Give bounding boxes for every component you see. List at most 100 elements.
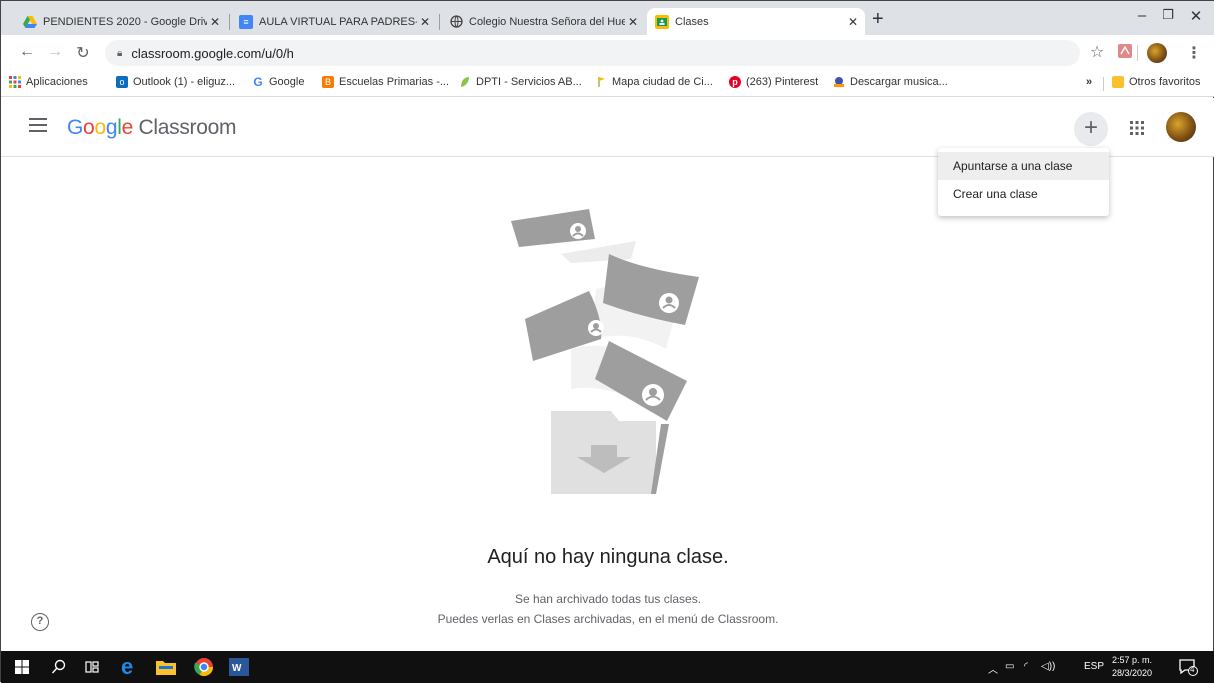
help-icon[interactable]: ? [31, 613, 49, 631]
google-docs-icon: ≡ [239, 14, 253, 29]
svg-text:W: W [232, 663, 242, 674]
bookmark-google[interactable]: G Google [252, 75, 305, 89]
word-icon[interactable]: W [229, 657, 249, 677]
create-class-menu-item[interactable]: Crear una clase [938, 180, 1109, 208]
tab-title: AULA VIRTUAL PARA PADRES-NI [259, 15, 417, 28]
bookmark-label: DPTI - Servicios AB... [476, 76, 582, 88]
tab-title: PENDIENTES 2020 - Google Drive [43, 15, 207, 28]
url-text: classroom.google.com/u/0/h [131, 45, 294, 61]
profile-avatar[interactable] [1147, 43, 1167, 63]
chrome-menu-icon[interactable]: ⋮ [1184, 43, 1204, 63]
notification-count: 4 [1190, 665, 1195, 674]
tab-separator [439, 14, 440, 30]
bookmarks-bar: Aplicaciones o Outlook (1) - eliguz... G… [1, 71, 1214, 97]
edge-browser-icon[interactable]: e [121, 654, 133, 679]
forward-icon[interactable]: → [45, 43, 65, 61]
tab-google-drive[interactable]: PENDIENTES 2020 - Google Drive ✕ [15, 8, 227, 35]
volume-icon[interactable]: ◁)) [1041, 661, 1055, 672]
bookmarks-overflow-button[interactable]: » [1086, 76, 1092, 88]
folder-icon [1112, 76, 1124, 88]
close-window-icon[interactable]: ✕ [1181, 7, 1211, 25]
pdf-extension-icon[interactable] [1115, 44, 1135, 63]
close-tab-icon[interactable]: ✕ [417, 15, 433, 29]
bookmark-label: Descargar musica... [850, 76, 948, 88]
close-tab-icon[interactable]: ✕ [207, 15, 223, 29]
browser-window: PENDIENTES 2020 - Google Drive ✕ ≡ AULA … [0, 0, 1214, 683]
bookmark-outlook[interactable]: o Outlook (1) - eliguz... [116, 76, 235, 88]
reload-icon[interactable]: ↻ [73, 43, 93, 63]
pinterest-icon: p [729, 76, 741, 88]
tab-aula-virtual[interactable]: ≡ AULA VIRTUAL PARA PADRES-NI ✕ [231, 8, 437, 35]
other-bookmarks-folder[interactable]: Otros favoritos [1112, 76, 1201, 88]
class-card-icon [595, 341, 687, 421]
music-download-icon [833, 76, 845, 88]
blogger-icon: B [322, 76, 334, 88]
bookmark-descargar[interactable]: Descargar musica... [833, 76, 948, 88]
chrome-icon[interactable] [194, 657, 214, 677]
back-icon[interactable]: ← [17, 43, 37, 61]
star-bookmark-icon[interactable]: ☆ [1087, 42, 1107, 62]
classroom-icon [655, 14, 669, 29]
new-tab-button[interactable]: + [872, 8, 884, 30]
main-menu-icon[interactable] [29, 118, 47, 132]
file-explorer-icon[interactable] [156, 657, 176, 677]
bookmarks-divider [1103, 77, 1104, 91]
empty-state-title: Aquí no hay ninguna clase. [487, 546, 729, 568]
google-apps-icon[interactable] [1127, 118, 1147, 138]
clock-date: 28/3/2020 [1112, 668, 1153, 678]
bookmark-label: Google [269, 76, 305, 88]
join-class-menu-item[interactable]: Apuntarse a una clase [938, 152, 1109, 180]
bookmark-aplicaciones[interactable]: Aplicaciones [9, 76, 88, 88]
pin-icon [595, 76, 607, 88]
clock-time: 2:57 p. m. [1112, 655, 1153, 665]
account-avatar[interactable] [1166, 112, 1196, 142]
empty-classes-illustration [511, 209, 699, 494]
wifi-icon[interactable]: ◜ [1024, 661, 1028, 672]
tab-clases[interactable]: Clases ✕ [647, 8, 865, 35]
battery-icon[interactable]: ▭ [1005, 661, 1014, 672]
add-class-menu: Apuntarse a una clase Crear una clase [938, 148, 1109, 216]
bookmark-mapa[interactable]: Mapa ciudad de Ci... [595, 76, 713, 88]
empty-state-line-2: Puedes verlas en Clases archivadas, en e… [437, 612, 779, 626]
tab-strip: PENDIENTES 2020 - Google Drive ✕ ≡ AULA … [1, 1, 1214, 35]
system-clock[interactable]: 2:57 p. m. 28/3/2020 [1112, 654, 1152, 680]
toolbar-divider [1137, 45, 1138, 61]
url-field[interactable]: 🔒︎ classroom.google.com/u/0/h [105, 40, 1080, 66]
bookmark-label: Aplicaciones [26, 76, 88, 88]
brand-google: Google [67, 116, 133, 139]
folder-icon [551, 411, 669, 494]
outlook-icon: o [116, 76, 128, 88]
bookmark-label: Mapa ciudad de Ci... [612, 76, 713, 88]
tab-title: Clases [675, 15, 709, 28]
leaf-icon [459, 76, 471, 88]
bookmark-escuelas[interactable]: B Escuelas Primarias -... [322, 76, 449, 88]
bookmark-dpti[interactable]: DPTI - Servicios AB... [459, 76, 582, 88]
tab-title: Colegio Nuestra Señora del Huer [469, 15, 625, 28]
apps-grid-icon [9, 76, 21, 88]
empty-state-line-1: Se han archivado todas tus clases. [514, 592, 702, 606]
google-g-icon: G [253, 75, 263, 89]
close-tab-icon[interactable]: ✕ [845, 15, 861, 29]
task-view-icon[interactable] [84, 657, 100, 677]
tab-colegio[interactable]: Colegio Nuestra Señora del Huer ✕ [441, 8, 645, 35]
class-card-icon [591, 254, 699, 349]
bookmark-label: (263) Pinterest [746, 76, 819, 88]
classroom-logo[interactable]: Google Classroom [67, 116, 236, 140]
google-drive-icon [23, 15, 37, 29]
restore-icon[interactable]: ❐ [1153, 7, 1183, 23]
bookmark-label: Otros favoritos [1129, 76, 1201, 88]
windows-taskbar: e W ︿ ▭ ◜ ◁)) ESP 2:57 p. m. 28/3/2020 4 [1, 651, 1214, 683]
windows-start-icon[interactable] [15, 657, 29, 677]
class-card-icon [511, 209, 636, 263]
search-icon[interactable] [51, 657, 67, 677]
globe-icon [449, 15, 463, 29]
tab-separator [229, 14, 230, 30]
language-indicator[interactable]: ESP [1084, 661, 1104, 672]
brand-product: Classroom [138, 116, 237, 139]
close-tab-icon[interactable]: ✕ [625, 15, 641, 29]
add-class-button[interactable]: + [1074, 112, 1108, 146]
notifications-icon[interactable]: 4 [1179, 657, 1199, 677]
bookmark-pinterest[interactable]: p (263) Pinterest [729, 76, 818, 88]
show-hidden-icons-icon[interactable]: ︿ [988, 661, 998, 676]
bookmark-label: Outlook (1) - eliguz... [133, 76, 236, 88]
